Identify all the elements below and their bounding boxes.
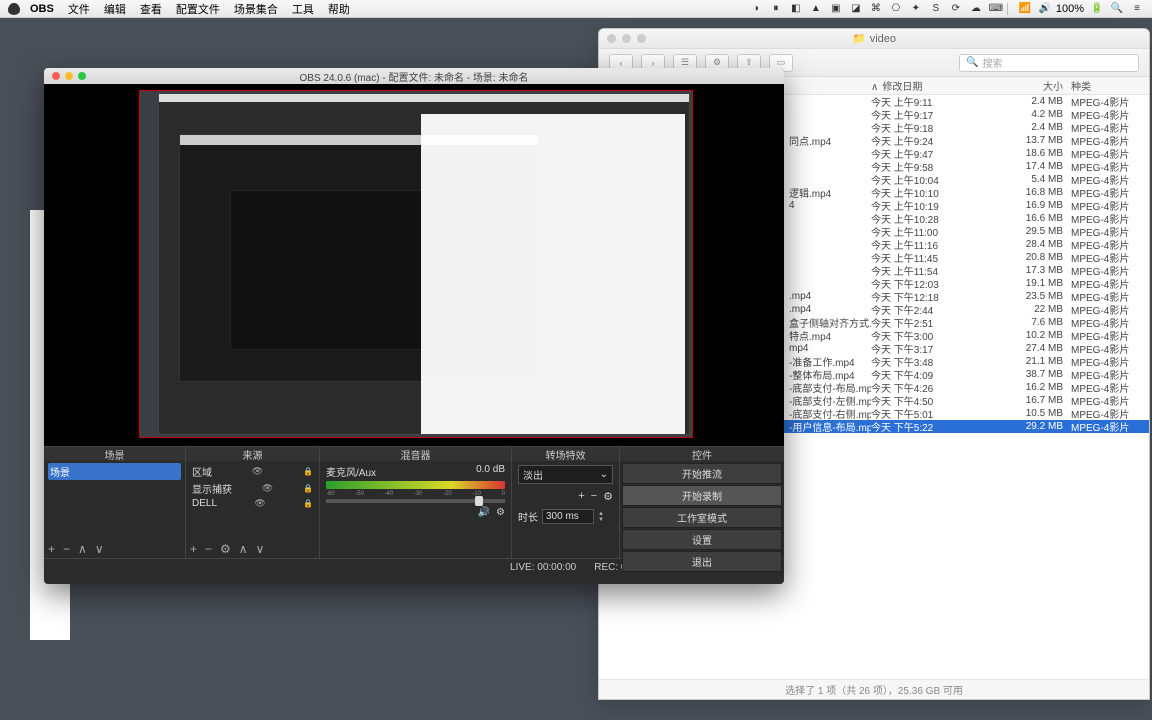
volume-icon[interactable]: 🔊 xyxy=(1038,2,1052,16)
finder-statusbar: 选择了 1 项（共 26 项），25.36 GB 可用 xyxy=(599,679,1149,699)
menu-scenecoll[interactable]: 场景集合 xyxy=(234,1,278,17)
duration-label: 时长 xyxy=(518,509,538,524)
menu-tools[interactable]: 工具 xyxy=(292,1,314,17)
duration-input[interactable] xyxy=(542,509,594,524)
add-transition-button[interactable]: + xyxy=(578,490,584,503)
pause-icon[interactable]: ⏸ xyxy=(769,2,783,16)
finder-titlebar: 📁 video xyxy=(599,29,1149,49)
battery-pct: 100% xyxy=(1056,3,1084,15)
settings-source-button[interactable]: ⚙ xyxy=(220,542,231,556)
exit-button[interactable]: 退出 xyxy=(622,551,782,572)
battery-icon[interactable]: 🔋 xyxy=(1090,2,1104,16)
obs-titlebar: OBS 24.0.6 (mac) - 配置文件: 未命名 - 场景: 未命名 xyxy=(44,68,784,84)
move-down-button[interactable]: ∨ xyxy=(256,542,265,556)
lock-icon[interactable]: 🔒 xyxy=(303,499,313,508)
mixer-panel: 混音器 麦克风/Aux0.0 dB -60-50-40-30-20-100 🔊 … xyxy=(320,446,512,558)
mixer-ch-name: 麦克风/Aux xyxy=(326,464,376,479)
menu-view[interactable]: 查看 xyxy=(140,1,162,17)
capture-outline[interactable] xyxy=(139,90,693,438)
menu-profile[interactable]: 配置文件 xyxy=(176,1,220,17)
obs-window: OBS 24.0.6 (mac) - 配置文件: 未命名 - 场景: 未命名 场… xyxy=(44,68,784,584)
zoom-icon[interactable] xyxy=(78,72,86,80)
add-scene-button[interactable]: + xyxy=(48,542,55,556)
close-icon[interactable] xyxy=(52,72,60,80)
obs-preview-area[interactable] xyxy=(44,84,784,446)
transitions-panel: 转场特效 淡出⌄ + − ⚙ 时长 ▲▼ xyxy=(512,446,620,558)
scenes-header: 场景 xyxy=(44,447,185,461)
volume-slider[interactable] xyxy=(326,499,505,503)
tray-icon[interactable]: ⌘ xyxy=(869,2,883,16)
tray-icon[interactable]: ▣ xyxy=(829,2,843,16)
search-icon: 🔍 xyxy=(966,57,978,68)
menu-file[interactable]: 文件 xyxy=(68,1,90,17)
close-icon[interactable] xyxy=(607,34,616,43)
source-item[interactable]: 区域👁🔒 xyxy=(190,463,315,480)
visibility-icon[interactable]: 👁 xyxy=(262,483,273,494)
menu-help[interactable]: 帮助 xyxy=(328,1,350,17)
zoom-icon[interactable] xyxy=(637,34,646,43)
mac-menubar: OBS 文件 编辑 查看 配置文件 场景集合 工具 帮助 ◑ ⏸ ◧ ▲ ▣ ◪… xyxy=(0,0,1152,18)
finder-title-text: video xyxy=(870,33,896,45)
sources-header: 来源 xyxy=(186,447,319,461)
source-item[interactable]: DELL👁🔒 xyxy=(190,497,315,510)
tray-icon[interactable]: S xyxy=(929,2,943,16)
controls-header: 控件 xyxy=(620,447,784,461)
tray-icon[interactable]: ⎔ xyxy=(889,2,903,16)
apple-icon[interactable] xyxy=(8,3,20,15)
menu-app[interactable]: OBS xyxy=(30,3,54,15)
minimize-icon[interactable] xyxy=(622,34,631,43)
mixer-db: 0.0 dB xyxy=(476,464,505,479)
start-record-button[interactable]: 开始录制 xyxy=(622,485,782,506)
tray-icon[interactable]: ✦ xyxy=(909,2,923,16)
tray-icon[interactable]: ◪ xyxy=(849,2,863,16)
search-input[interactable]: 🔍 搜索 xyxy=(959,54,1139,72)
lock-icon[interactable]: 🔒 xyxy=(303,467,313,476)
move-up-button[interactable]: ∧ xyxy=(239,542,248,556)
menu-list-icon[interactable]: ≡ xyxy=(1130,2,1144,16)
tray-icon[interactable]: ◧ xyxy=(789,2,803,16)
tray-icon[interactable]: ⌨ xyxy=(989,2,1003,16)
tray-icon[interactable]: ◑ xyxy=(749,2,763,16)
source-item[interactable]: 显示捕获👁🔒 xyxy=(190,480,315,497)
settings-transition-button[interactable]: ⚙ xyxy=(603,490,613,503)
tray-icon[interactable]: ☁ xyxy=(969,2,983,16)
scene-item[interactable]: 场景 xyxy=(48,463,181,480)
audio-meter: -60-50-40-30-20-100 xyxy=(326,481,505,489)
mixer-header: 混音器 xyxy=(320,447,511,461)
lock-icon[interactable]: 🔒 xyxy=(303,484,313,493)
add-source-button[interactable]: + xyxy=(190,542,197,556)
settings-icon[interactable]: ⚙ xyxy=(496,507,505,518)
studio-mode-button[interactable]: 工作室模式 xyxy=(622,507,782,528)
menu-edit[interactable]: 编辑 xyxy=(104,1,126,17)
remove-scene-button[interactable]: − xyxy=(63,542,70,556)
wifi-icon[interactable]: 📶 xyxy=(1018,2,1032,16)
folder-icon: 📁 xyxy=(852,32,866,45)
sources-panel: 来源 区域👁🔒 显示捕获👁🔒 DELL👁🔒 + − ⚙ ∧ ∨ xyxy=(186,446,320,558)
tray-icon[interactable]: ▲ xyxy=(809,2,823,16)
obs-title-text: OBS 24.0.6 (mac) - 配置文件: 未命名 - 场景: 未命名 xyxy=(300,69,529,84)
remove-transition-button[interactable]: − xyxy=(591,490,597,503)
move-up-button[interactable]: ∧ xyxy=(78,542,87,556)
remove-source-button[interactable]: − xyxy=(205,542,212,556)
transitions-header: 转场特效 xyxy=(512,447,619,461)
move-down-button[interactable]: ∨ xyxy=(95,542,104,556)
search-icon[interactable]: 🔍 xyxy=(1110,2,1124,16)
visibility-icon[interactable]: 👁 xyxy=(252,466,263,477)
transition-select[interactable]: 淡出⌄ xyxy=(518,465,613,484)
scenes-panel: 场景 场景 + − ∧ ∨ xyxy=(44,446,186,558)
controls-panel: 控件 开始推流 开始录制 工作室模式 设置 退出 xyxy=(620,446,784,558)
live-time: LIVE: 00:00:00 xyxy=(510,562,576,573)
tray-icon[interactable]: ⟳ xyxy=(949,2,963,16)
start-stream-button[interactable]: 开始推流 xyxy=(622,463,782,484)
mute-icon[interactable]: 🔊 xyxy=(478,507,490,518)
settings-button[interactable]: 设置 xyxy=(622,529,782,550)
stepper-down-icon[interactable]: ▼ xyxy=(598,517,604,523)
visibility-icon[interactable]: 👁 xyxy=(254,498,265,509)
minimize-icon[interactable] xyxy=(65,72,73,80)
